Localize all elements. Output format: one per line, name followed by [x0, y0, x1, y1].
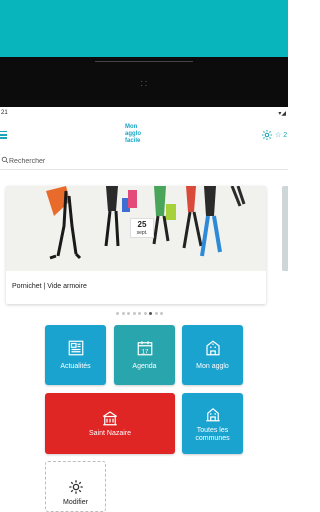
divider [95, 61, 193, 62]
favorites-count[interactable]: ☆ 2 [275, 131, 287, 139]
tile-label: Mon agglo [196, 363, 229, 370]
logo-line: facile [125, 138, 141, 144]
status-time: 21 [1, 110, 8, 116]
tile-actualites[interactable]: Actualités [45, 325, 106, 385]
menu-icon[interactable] [0, 131, 8, 139]
newspaper-icon [68, 340, 83, 356]
event-card[interactable]: 25 sept. Pornichet | Vide armoire [6, 186, 266, 304]
gear-icon[interactable] [261, 129, 273, 141]
tile-mon-agglo[interactable]: Mon agglo [182, 325, 243, 385]
carousel-dot[interactable] [116, 312, 119, 315]
calendar-icon: 17 [137, 341, 152, 356]
tile-label: Saint Nazaire [88, 430, 132, 437]
app-logo: Mon agglo facile [125, 124, 155, 145]
search-bar [0, 152, 288, 170]
tile-toutes-communes[interactable]: Toutes les communes [182, 393, 243, 454]
building-icon [205, 340, 220, 356]
date-month: sept. [136, 230, 148, 236]
tile-label: Modifier [63, 499, 88, 506]
carousel-dot[interactable] [132, 312, 136, 315]
date-badge: 25 sept. [130, 218, 154, 238]
device-notch-bar: ⸬ [0, 57, 288, 107]
carousel-dot[interactable] [160, 312, 163, 315]
status-bar: 21 ▾◢ [0, 107, 288, 121]
tile-label: Actualités [60, 363, 91, 370]
event-title: Pornichet | Vide armoire [12, 283, 87, 290]
tile-saint-nazaire[interactable]: Saint Nazaire [45, 393, 175, 454]
search-icon [1, 156, 9, 164]
carousel-dot[interactable] [154, 312, 158, 315]
svg-text:17: 17 [141, 349, 148, 355]
notch-glyph: ⸬ [141, 81, 147, 88]
carousel-dot[interactable] [127, 312, 130, 315]
search-input[interactable] [9, 155, 209, 167]
city-hall-icon [102, 411, 118, 426]
carousel-dots [116, 312, 163, 316]
tile-modifier[interactable]: Modifier [45, 461, 106, 512]
carousel-dot[interactable] [121, 312, 125, 315]
tile-label: Agenda [132, 363, 157, 370]
carousel-dot[interactable] [149, 312, 152, 315]
next-card-peek[interactable] [282, 186, 288, 271]
app-header: Mon agglo facile ☆ 2 [0, 121, 288, 151]
tile-agenda[interactable]: 17 Agenda [114, 325, 175, 385]
settings-icon [68, 480, 83, 494]
carousel-dot[interactable] [143, 312, 147, 315]
date-day: 25 [137, 220, 147, 229]
town-icon [205, 407, 220, 422]
logo-line: agglo [125, 131, 141, 137]
logo-line: Mon [125, 124, 138, 130]
top-color-band [0, 0, 288, 57]
tile-label: communes [195, 435, 230, 442]
signal-icon: ▾◢ [278, 111, 286, 117]
carousel-dot[interactable] [138, 312, 141, 315]
